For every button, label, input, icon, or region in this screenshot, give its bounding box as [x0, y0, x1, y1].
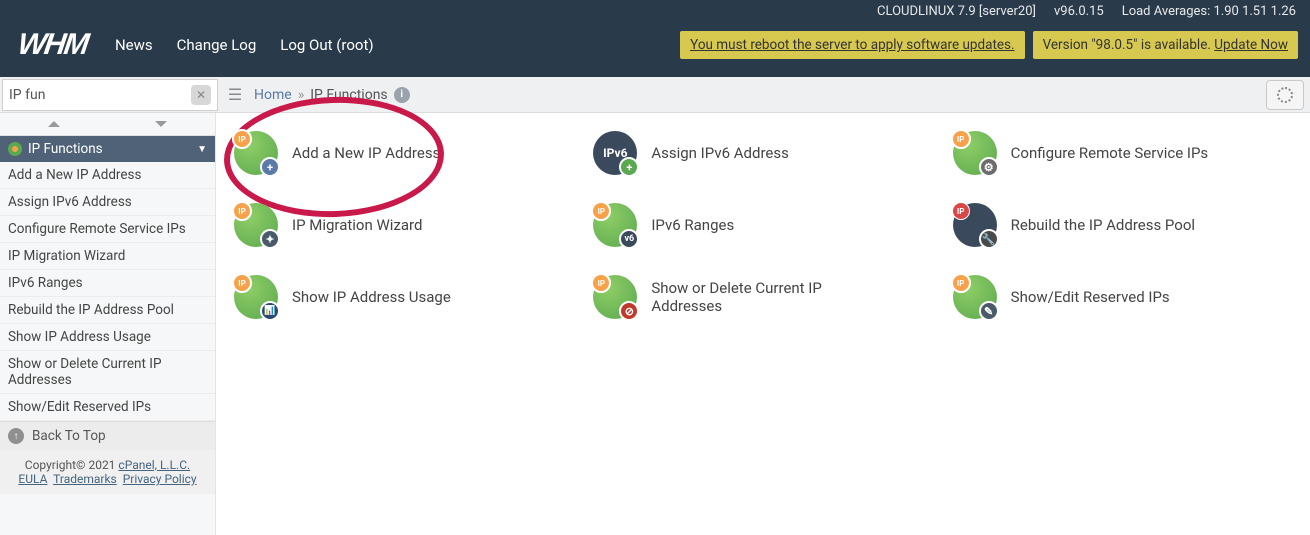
- whm-logo[interactable]: WHM: [16, 28, 90, 62]
- tile-label: IP Migration Wizard: [292, 216, 422, 234]
- os-label: CLOUDLINUX 7.9 [server20]: [877, 4, 1036, 19]
- sidebar: IP Functions ▼ Add a New IP Address Assi…: [0, 113, 216, 535]
- back-to-top-button[interactable]: ↑ Back To Top: [0, 421, 215, 450]
- chart-icon: 📊: [260, 301, 280, 321]
- top-nav: News Change Log Log Out (root): [115, 36, 374, 54]
- clear-search-button[interactable]: ✕: [191, 85, 211, 105]
- nav-logout[interactable]: Log Out (root): [280, 36, 373, 54]
- tile-label: IPv6 Ranges: [651, 216, 734, 234]
- breadcrumb-current: IP Functions: [310, 87, 387, 103]
- tile-label: Show IP Address Usage: [292, 288, 451, 306]
- tile-show-delete[interactable]: IP ⊘ Show or Delete Current IP Addresses: [593, 275, 942, 319]
- sidebar-item-ip-migration[interactable]: IP Migration Wizard: [0, 243, 215, 270]
- ip-badge-icon: IP: [952, 274, 970, 292]
- eula-link[interactable]: EULA: [18, 472, 47, 486]
- ip-badge-icon: IP: [233, 274, 251, 292]
- collapse-all-button[interactable]: [0, 113, 108, 135]
- gear-icon: ⚙: [979, 157, 999, 177]
- rebuild-pool-icon: IP 🔧: [953, 203, 997, 247]
- expand-all-button[interactable]: [108, 113, 216, 135]
- reserved-ips-icon: IP ✎: [953, 275, 997, 319]
- sidebar-item-show-usage[interactable]: Show IP Address Usage: [0, 324, 215, 351]
- search-breadcrumb-row: ✕ ☰ Home » IP Functions i: [0, 77, 1310, 113]
- ip-badge-icon: IP: [233, 202, 251, 220]
- version-label: v96.0.15: [1054, 4, 1104, 19]
- update-alert-prefix: Version "98.0.5" is available.: [1043, 37, 1215, 53]
- wrench-icon: 🔧: [979, 229, 999, 249]
- configure-remote-icon: IP ⚙: [953, 131, 997, 175]
- copyright-text: Copyright© 2021: [25, 458, 119, 472]
- tile-label: Rebuild the IP Address Pool: [1011, 216, 1195, 234]
- ip-functions-category-icon: [8, 142, 22, 156]
- top-header: CLOUDLINUX 7.9 [server20] v96.0.15 Load …: [0, 0, 1310, 77]
- plus-icon: +: [260, 157, 280, 177]
- show-usage-icon: IP 📊: [234, 275, 278, 319]
- nav-news[interactable]: News: [115, 36, 153, 54]
- tile-configure-remote[interactable]: IP ⚙ Configure Remote Service IPs: [953, 131, 1302, 175]
- sidebar-item-reserved-ips[interactable]: Show/Edit Reserved IPs: [0, 394, 215, 421]
- tile-add-ip[interactable]: IP + Add a New IP Address: [234, 131, 583, 175]
- breadcrumb-sep: »: [298, 87, 305, 103]
- ipv6-ranges-icon: IP v6: [593, 203, 637, 247]
- sidebar-item-show-delete[interactable]: Show or Delete Current IP Addresses: [0, 351, 215, 394]
- update-alert[interactable]: Version "98.0.5" is available. Update No…: [1033, 31, 1298, 59]
- tile-ipv6-ranges[interactable]: IP v6 IPv6 Ranges: [593, 203, 942, 247]
- privacy-link[interactable]: Privacy Policy: [123, 472, 197, 486]
- tile-label: Show or Delete Current IP Addresses: [651, 279, 851, 315]
- forbidden-icon: ⊘: [619, 301, 639, 321]
- update-now-link[interactable]: Update Now: [1214, 37, 1288, 53]
- nav-changelog[interactable]: Change Log: [177, 36, 257, 54]
- sidebar-item-assign-ipv6[interactable]: Assign IPv6 Address: [0, 189, 215, 216]
- sidebar-category-label: IP Functions: [28, 141, 103, 157]
- tile-label: Assign IPv6 Address: [651, 144, 789, 162]
- sidebar-item-configure-remote[interactable]: Configure Remote Service IPs: [0, 216, 215, 243]
- tile-rebuild-pool[interactable]: IP 🔧 Rebuild the IP Address Pool: [953, 203, 1302, 247]
- load-averages: Load Averages: 1.90 1.51 1.26: [1122, 4, 1296, 19]
- status-row: CLOUDLINUX 7.9 [server20] v96.0.15 Load …: [0, 0, 1310, 19]
- sidebar-item-ipv6-ranges[interactable]: IPv6 Ranges: [0, 270, 215, 297]
- plus-icon: +: [619, 157, 639, 177]
- add-ip-icon: IP +: [234, 131, 278, 175]
- search-box: ✕: [2, 79, 218, 111]
- tile-label: Show/Edit Reserved IPs: [1011, 288, 1170, 306]
- pencil-icon: ✎: [979, 301, 999, 321]
- breadcrumb-home[interactable]: Home: [254, 87, 292, 103]
- sidebar-collapse-icon[interactable]: ☰: [224, 84, 246, 106]
- tile-reserved-ips[interactable]: IP ✎ Show/Edit Reserved IPs: [953, 275, 1302, 319]
- tile-label: Add a New IP Address: [292, 144, 440, 162]
- v6-icon: v6: [619, 229, 639, 249]
- chevron-down-icon: ▼: [197, 144, 207, 155]
- wizard-icon: ✦: [260, 229, 280, 249]
- info-icon[interactable]: i: [394, 87, 410, 103]
- sidebar-item-add-ip[interactable]: Add a New IP Address: [0, 162, 215, 189]
- ip-badge-icon: IP: [233, 130, 251, 148]
- help-button[interactable]: [1266, 80, 1304, 110]
- migration-icon: IP ✦: [234, 203, 278, 247]
- help-icon: [1277, 87, 1293, 103]
- tile-show-usage[interactable]: IP 📊 Show IP Address Usage: [234, 275, 583, 319]
- sidebar-item-rebuild-pool[interactable]: Rebuild the IP Address Pool: [0, 297, 215, 324]
- sidebar-expand-controls: [0, 113, 215, 136]
- ipv6-icon: IPv6 +: [593, 131, 637, 175]
- ip-badge-icon: IP: [592, 274, 610, 292]
- back-to-top-label: Back To Top: [32, 428, 106, 444]
- reboot-alert[interactable]: You must reboot the server to apply soft…: [680, 31, 1024, 59]
- main-content: IP + Add a New IP Address IPv6 + Assign …: [216, 113, 1310, 535]
- ip-badge-icon: IP: [592, 202, 610, 220]
- ip-badge-icon: IP: [952, 130, 970, 148]
- sidebar-category-header[interactable]: IP Functions ▼: [0, 136, 215, 162]
- breadcrumb: Home » IP Functions i: [246, 87, 1266, 103]
- trademarks-link[interactable]: Trademarks: [53, 472, 117, 486]
- tile-grid: IP + Add a New IP Address IPv6 + Assign …: [234, 131, 1302, 319]
- cpanel-link[interactable]: cPanel, L.L.C.: [118, 458, 190, 472]
- tile-assign-ipv6[interactable]: IPv6 + Assign IPv6 Address: [593, 131, 942, 175]
- search-input[interactable]: [9, 87, 191, 103]
- show-delete-icon: IP ⊘: [593, 275, 637, 319]
- sidebar-footer: Copyright© 2021 cPanel, L.L.C. EULA Trad…: [0, 450, 215, 494]
- tile-label: Configure Remote Service IPs: [1011, 144, 1209, 162]
- ip-badge-icon: IP: [952, 202, 970, 220]
- tile-ip-migration[interactable]: IP ✦ IP Migration Wizard: [234, 203, 583, 247]
- up-arrow-icon: ↑: [8, 428, 24, 444]
- reboot-alert-text: You must reboot the server to apply soft…: [690, 37, 1014, 53]
